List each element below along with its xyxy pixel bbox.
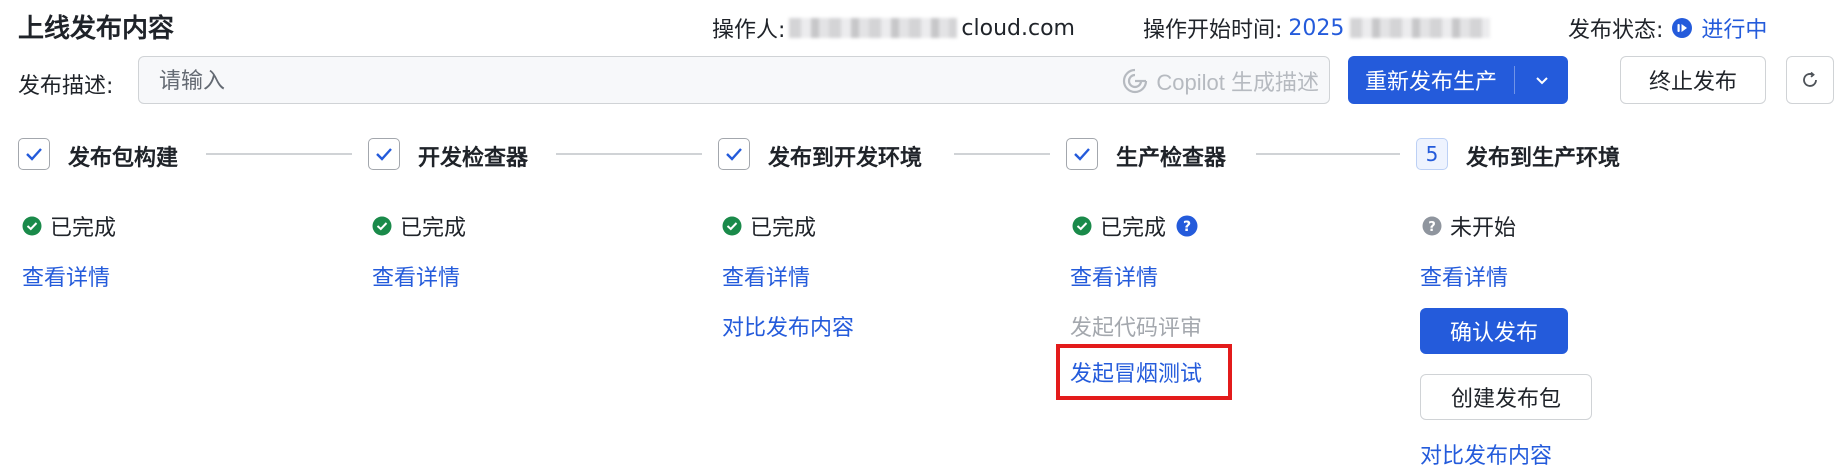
- step-3-check: [718, 138, 750, 170]
- step-connector: [1256, 153, 1400, 155]
- step-1-view-details-link[interactable]: 查看详情: [22, 260, 110, 292]
- chevron-down-icon: [1534, 72, 1550, 88]
- pending-icon: ?: [1422, 216, 1442, 236]
- step-connector: [556, 153, 702, 155]
- help-icon[interactable]: ?: [1176, 215, 1198, 237]
- create-package-button[interactable]: 创建发布包: [1420, 374, 1592, 420]
- status-label: 发布状态:: [1568, 18, 1664, 43]
- checkmark-icon: [1074, 148, 1090, 161]
- step-2-label: 开发检查器: [418, 146, 529, 171]
- terminate-label: 终止发布: [1648, 70, 1737, 95]
- step-5-label: 发布到生产环境: [1466, 146, 1621, 171]
- step-4-view-details-link[interactable]: 查看详情: [1070, 260, 1158, 292]
- checkmark-icon: [376, 148, 392, 161]
- start-time-redacted: [1350, 18, 1491, 38]
- step-2-check: [368, 138, 400, 170]
- status-text: 已完成: [750, 216, 817, 241]
- step-2-status: 已完成: [372, 210, 466, 242]
- copilot-generate-button[interactable]: Copilot 生成描述: [1122, 65, 1319, 97]
- checkmark-icon: [26, 148, 42, 161]
- status-text: 已完成: [400, 216, 467, 241]
- refresh-button[interactable]: [1786, 56, 1834, 104]
- step-1-label: 发布包构建: [68, 146, 179, 171]
- operator-value: cloud.com: [961, 15, 1075, 41]
- step-5-status: ? 未开始: [1422, 210, 1516, 242]
- page-title: 上线发布内容: [18, 14, 175, 44]
- republish-button[interactable]: 重新发布生产: [1348, 56, 1514, 104]
- terminate-button[interactable]: 终止发布: [1620, 56, 1766, 104]
- copilot-label: Copilot 生成描述: [1156, 70, 1319, 95]
- copilot-icon: [1122, 68, 1148, 94]
- step-2-view-details-link[interactable]: 查看详情: [372, 260, 460, 292]
- svg-text:?: ?: [1428, 220, 1436, 235]
- description-label: 发布描述:: [18, 74, 114, 99]
- step-4-status: 已完成 ?: [1072, 210, 1198, 242]
- step-3-view-details-link[interactable]: 查看详情: [722, 260, 810, 292]
- republish-split-button[interactable]: 重新发布生产: [1348, 56, 1568, 104]
- in-progress-icon: [1671, 17, 1693, 39]
- description-field[interactable]: Copilot 生成描述: [138, 56, 1330, 105]
- step-1-status: 已完成: [22, 210, 116, 242]
- status-text: 已完成: [1100, 216, 1167, 241]
- success-icon: [22, 216, 42, 236]
- step-4-check: [1066, 138, 1098, 170]
- checkmark-icon: [726, 148, 742, 161]
- create-package-label: 创建发布包: [1450, 387, 1561, 412]
- status-value: 进行中: [1701, 18, 1768, 43]
- start-code-review-link: 发起代码评审: [1070, 316, 1203, 341]
- operator-info: 操作人: cloud.com: [712, 12, 1075, 44]
- step-3-label: 发布到开发环境: [768, 146, 923, 171]
- step-3-compare-content-link[interactable]: 对比发布内容: [722, 310, 854, 342]
- step-5-view-details-link[interactable]: 查看详情: [1420, 260, 1508, 292]
- step-4-label: 生产检查器: [1116, 146, 1227, 171]
- publish-status: 发布状态: 进行中: [1568, 12, 1767, 44]
- status-text: 未开始: [1450, 216, 1517, 241]
- start-time-info: 操作开始时间: 2025: [1143, 12, 1491, 44]
- republish-dropdown-button[interactable]: [1515, 56, 1568, 104]
- step-3-status: 已完成: [722, 210, 816, 242]
- confirm-publish-label: 确认发布: [1449, 321, 1538, 346]
- operator-redacted: [789, 18, 958, 38]
- republish-label: 重新发布生产: [1364, 70, 1497, 95]
- refresh-icon: [1800, 70, 1820, 90]
- step-connector: [206, 153, 352, 155]
- step-1-check: [18, 138, 50, 170]
- step-connector: [954, 153, 1050, 155]
- start-time-label: 操作开始时间:: [1143, 18, 1283, 43]
- success-icon: [1072, 216, 1092, 236]
- status-text: 已完成: [50, 216, 117, 241]
- step-5-number: 5: [1416, 138, 1448, 170]
- success-icon: [372, 216, 392, 236]
- description-input[interactable]: [157, 57, 961, 105]
- start-smoke-test-link[interactable]: 发起冒烟测试: [1070, 356, 1202, 388]
- confirm-publish-button[interactable]: 确认发布: [1420, 308, 1568, 354]
- start-time-value: 2025: [1288, 15, 1345, 41]
- svg-text:?: ?: [1183, 219, 1191, 235]
- operator-label: 操作人:: [712, 18, 786, 43]
- step-5-compare-content-link[interactable]: 对比发布内容: [1420, 438, 1552, 470]
- success-icon: [722, 216, 742, 236]
